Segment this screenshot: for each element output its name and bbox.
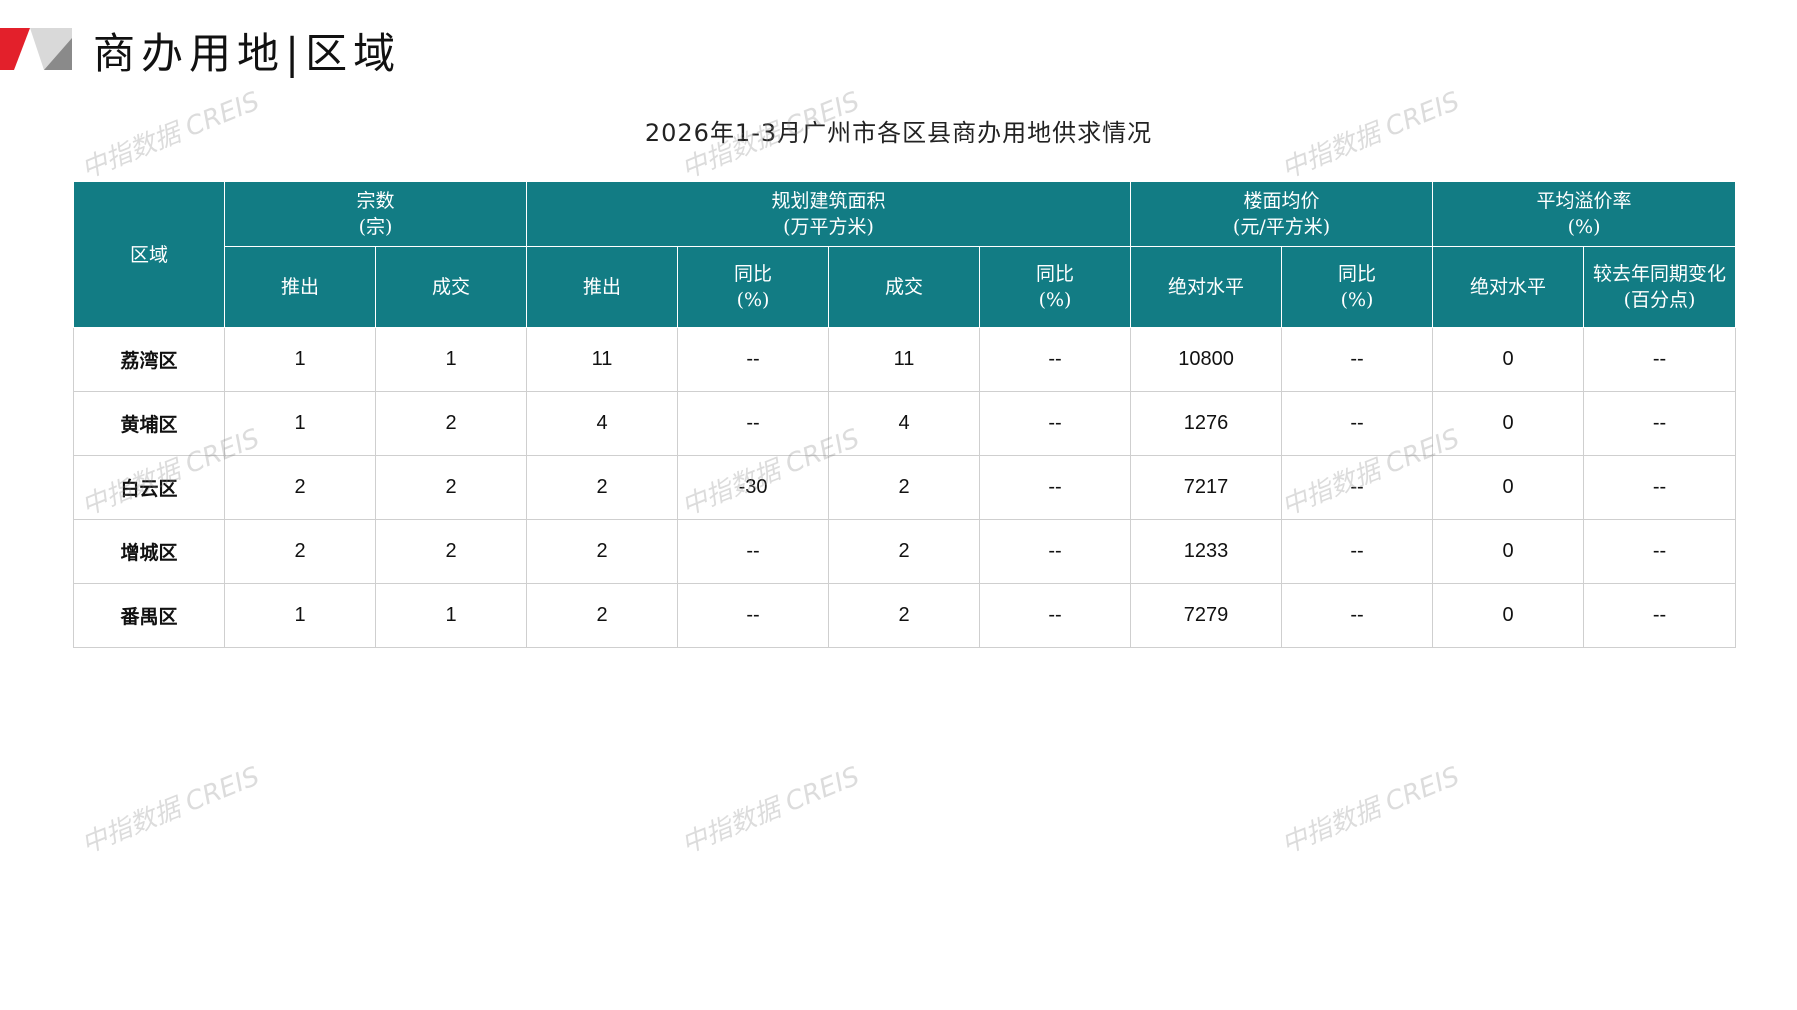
cell-area-deal-yoy: --	[979, 455, 1132, 520]
table-row: 番禺区 1 1 2 -- 2 -- 7279 -- 0 --	[73, 583, 1737, 648]
table-row: 荔湾区 1 1 11 -- 11 -- 10800 -- 0 --	[73, 327, 1737, 392]
cell-premium-abs: 0	[1432, 455, 1585, 520]
cell-count-launch: 2	[224, 519, 376, 584]
cell-count-deal: 2	[374, 519, 528, 584]
cell-premium-change: --	[1583, 391, 1737, 456]
cell-region: 白云区	[73, 455, 225, 520]
cell-area-launch: 2	[526, 455, 679, 520]
cell-area-launch: 4	[526, 391, 679, 456]
subheader-area-launch: 推出	[526, 246, 679, 328]
subheader-count-deal: 成交	[374, 246, 528, 328]
cell-price-yoy: --	[1281, 583, 1434, 648]
cell-price-abs: 7279	[1130, 583, 1283, 648]
cell-count-launch: 2	[224, 455, 376, 520]
supply-demand-table: 区域 宗数 (宗) 规划建筑面积 (万平方米) 楼面均价 (元/平方米) 平均溢…	[73, 181, 1737, 648]
table-header: 区域 宗数 (宗) 规划建筑面积 (万平方米) 楼面均价 (元/平方米) 平均溢…	[73, 181, 1737, 328]
cell-premium-change: --	[1583, 519, 1737, 584]
cell-premium-change: --	[1583, 327, 1737, 392]
subheader-price-yoy: 同比 (%)	[1281, 246, 1434, 328]
header-area: 规划建筑面积 (万平方米)	[526, 181, 1132, 247]
cell-count-deal: 1	[374, 327, 528, 392]
cell-price-yoy: --	[1281, 391, 1434, 456]
subheader-price-abs: 绝对水平	[1130, 246, 1283, 328]
cell-price-yoy: --	[1281, 455, 1434, 520]
cell-area-deal: 2	[828, 519, 981, 584]
cell-area-launch: 2	[526, 519, 679, 584]
cell-area-deal-yoy: --	[979, 391, 1132, 456]
cell-count-launch: 1	[224, 391, 376, 456]
header-price: 楼面均价 (元/平方米)	[1130, 181, 1434, 247]
subheader-count-launch: 推出	[224, 246, 376, 328]
watermark: 中指数据 CREIS	[77, 761, 264, 861]
cell-area-deal: 2	[828, 583, 981, 648]
cell-price-yoy: --	[1281, 327, 1434, 392]
cell-area-launch: 11	[526, 327, 679, 392]
watermark: 中指数据 CREIS	[677, 761, 864, 861]
cell-price-yoy: --	[1281, 519, 1434, 584]
cell-area-deal: 2	[828, 455, 981, 520]
page-title: 商办用地|区域	[93, 29, 402, 78]
cell-area-deal-yoy: --	[979, 519, 1132, 584]
table-row: 增城区 2 2 2 -- 2 -- 1233 -- 0 --	[73, 519, 1737, 584]
cell-premium-abs: 0	[1432, 327, 1585, 392]
header-count: 宗数 (宗)	[223, 181, 528, 247]
brand-logo-icon	[0, 28, 72, 70]
cell-area-deal-yoy: --	[979, 327, 1132, 392]
subheader-area-launch-yoy: 同比 (%)	[677, 246, 830, 328]
cell-count-launch: 1	[224, 327, 376, 392]
cell-area-launch-yoy: --	[677, 519, 830, 584]
cell-count-deal: 2	[374, 391, 528, 456]
cell-premium-abs: 0	[1432, 519, 1585, 584]
cell-area-deal: 4	[828, 391, 981, 456]
cell-area-launch: 2	[526, 583, 679, 648]
cell-count-deal: 1	[374, 583, 528, 648]
header-premium: 平均溢价率 (%)	[1432, 181, 1737, 247]
cell-region: 荔湾区	[73, 327, 225, 392]
table-title: 2026年1-3月广州市各区县商办用地供求情况	[644, 119, 1153, 147]
cell-price-abs: 10800	[1130, 327, 1283, 392]
table-row: 黄埔区 1 2 4 -- 4 -- 1276 -- 0 --	[73, 391, 1737, 456]
cell-area-launch-yoy: -30	[677, 455, 830, 520]
cell-area-launch-yoy: --	[677, 391, 830, 456]
cell-region: 增城区	[73, 519, 225, 584]
cell-premium-change: --	[1583, 583, 1737, 648]
cell-region: 黄埔区	[73, 391, 225, 456]
cell-region: 番禺区	[73, 583, 225, 648]
cell-area-launch-yoy: --	[677, 327, 830, 392]
table-row: 白云区 2 2 2 -30 2 -- 7217 -- 0 --	[73, 455, 1737, 520]
cell-premium-abs: 0	[1432, 583, 1585, 648]
subheader-area-deal-yoy: 同比 (%)	[979, 246, 1132, 328]
cell-price-abs: 7217	[1130, 455, 1283, 520]
cell-area-deal-yoy: --	[979, 583, 1132, 648]
cell-price-abs: 1276	[1130, 391, 1283, 456]
cell-count-deal: 2	[374, 455, 528, 520]
cell-premium-abs: 0	[1432, 391, 1585, 456]
table-body: 荔湾区 1 1 11 -- 11 -- 10800 -- 0 -- 黄埔区 1 …	[73, 327, 1737, 648]
cell-area-deal: 11	[828, 327, 981, 392]
subheader-area-deal: 成交	[828, 246, 981, 328]
cell-price-abs: 1233	[1130, 519, 1283, 584]
watermark: 中指数据 CREIS	[1277, 761, 1464, 861]
subheader-premium-change: 较去年同期变化 (百分点)	[1583, 246, 1737, 328]
header-region: 区域	[73, 181, 225, 328]
cell-premium-change: --	[1583, 455, 1737, 520]
cell-count-launch: 1	[224, 583, 376, 648]
subheader-premium-abs: 绝对水平	[1432, 246, 1585, 328]
cell-area-launch-yoy: --	[677, 583, 830, 648]
